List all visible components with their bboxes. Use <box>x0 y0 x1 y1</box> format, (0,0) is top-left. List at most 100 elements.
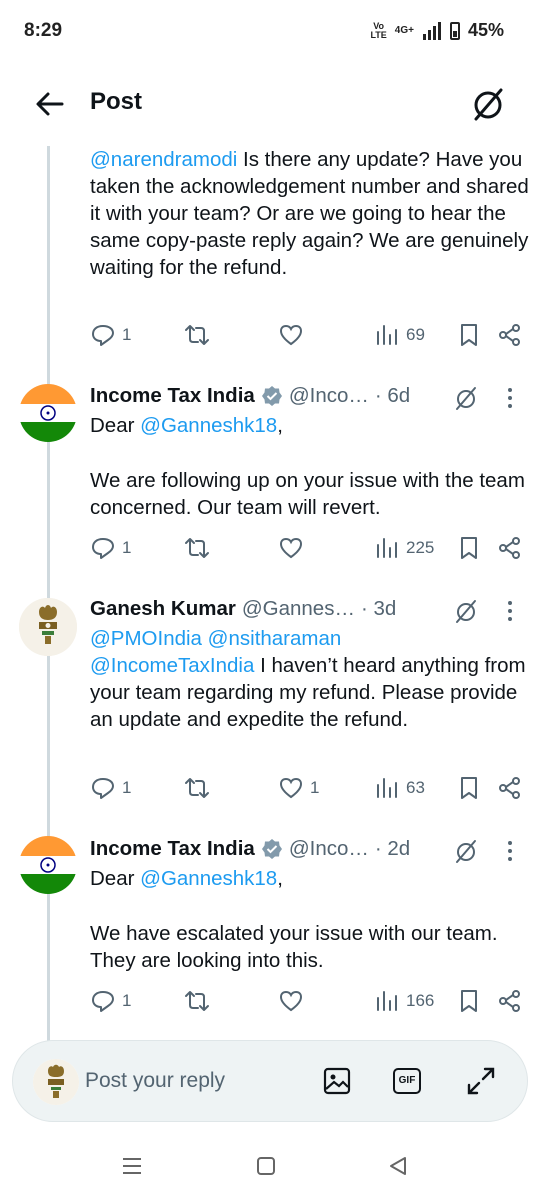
author-name[interactable]: Income Tax India <box>90 384 255 408</box>
grok-icon[interactable] <box>452 597 480 625</box>
like-button[interactable] <box>278 535 304 561</box>
tweet-time: · 2d <box>374 837 411 860</box>
back-triangle-icon[interactable] <box>386 1154 410 1178</box>
repost-icon <box>185 538 209 558</box>
grok-icon[interactable] <box>452 384 480 412</box>
share-button[interactable] <box>497 322 523 348</box>
signal-icon <box>422 21 441 40</box>
reply-icon <box>92 778 114 799</box>
mention-link[interactable]: @narendramodi <box>90 148 237 171</box>
author-handle[interactable]: @Gannes… <box>242 597 355 621</box>
expand-icon[interactable] <box>465 1065 497 1097</box>
share-icon <box>499 324 520 346</box>
author-name[interactable]: Ganesh Kumar <box>90 597 236 621</box>
reply-button[interactable]: 1 <box>90 775 131 801</box>
system-navigation-bar <box>0 1130 540 1200</box>
repost-button[interactable] <box>184 988 210 1014</box>
reply-composer[interactable]: Post your reply GIF <box>12 1040 528 1122</box>
views-icon <box>377 325 397 345</box>
share-icon <box>499 990 520 1012</box>
like-button[interactable] <box>278 322 304 348</box>
more-options-icon[interactable] <box>505 839 515 863</box>
author-handle[interactable]: @Inco… <box>289 837 369 861</box>
author-name[interactable]: Income Tax India <box>90 837 255 861</box>
views-button[interactable]: 166 <box>374 988 434 1014</box>
battery-percent: 45% <box>467 20 504 40</box>
mention-link[interactable]: @nsitharaman <box>208 627 342 650</box>
reply-icon <box>92 538 114 559</box>
bookmark-button[interactable] <box>456 322 482 348</box>
network-type: 4G+ <box>394 25 414 36</box>
tweet-body: @narendramodi Is there any update? Have … <box>90 148 529 279</box>
tweet-time: · 3d <box>360 597 397 620</box>
author-handle[interactable]: @Inco… <box>289 384 369 408</box>
bookmark-button[interactable] <box>456 988 482 1014</box>
tweet-body: @PMOIndia @nsitharaman @IncomeTaxIndia I… <box>90 627 526 731</box>
bookmark-button[interactable] <box>456 535 482 561</box>
avatar-ganesh-kumar[interactable] <box>19 598 77 656</box>
repost-icon <box>185 991 209 1011</box>
tweet-author-row: Income Tax India @Inco… · 6d <box>90 384 410 408</box>
back-arrow-icon[interactable] <box>32 86 68 122</box>
heart-icon <box>279 324 303 346</box>
tweet-actions: 1 225 <box>0 535 540 565</box>
tweet-body: Dear @Ganneshk18, <box>90 414 283 437</box>
more-options-icon[interactable] <box>505 599 515 623</box>
my-avatar <box>33 1059 79 1105</box>
more-options-icon[interactable] <box>505 386 515 410</box>
mention-link[interactable]: @PMOIndia <box>90 627 202 650</box>
repost-button[interactable] <box>184 775 210 801</box>
reply-input[interactable]: Post your reply <box>85 1069 225 1093</box>
avatar-income-tax-india[interactable] <box>19 384 77 442</box>
repost-button[interactable] <box>184 322 210 348</box>
emblem-icon <box>33 1059 79 1105</box>
mention-link[interactable]: @IncomeTaxIndia <box>90 654 254 677</box>
battery-icon <box>449 21 460 40</box>
status-bar: 8:29 Vo LTE 4G+ 45% <box>0 0 540 62</box>
views-icon <box>377 538 397 558</box>
repost-button[interactable] <box>184 535 210 561</box>
gif-icon[interactable]: GIF <box>393 1068 421 1094</box>
tweet-body: Dear @Ganneshk18, <box>90 867 283 890</box>
views-button[interactable]: 69 <box>374 322 425 348</box>
grok-icon[interactable] <box>468 84 508 124</box>
like-button[interactable]: 1 <box>278 775 319 801</box>
mention-link[interactable]: @Ganneshk18 <box>140 867 277 890</box>
share-button[interactable] <box>497 775 523 801</box>
image-icon[interactable] <box>321 1065 353 1097</box>
share-button[interactable] <box>497 535 523 561</box>
reply-button[interactable]: 1 <box>90 322 131 348</box>
views-icon <box>377 991 397 1011</box>
share-icon <box>499 777 520 799</box>
status-icons: Vo LTE 4G+ 45% <box>370 20 504 41</box>
reply-button[interactable]: 1 <box>90 535 131 561</box>
mention-link[interactable]: @Ganneshk18 <box>140 414 277 437</box>
home-icon[interactable] <box>254 1154 278 1178</box>
like-button[interactable] <box>278 988 304 1014</box>
tweet-time: · 6d <box>374 384 411 407</box>
india-flag-icon <box>19 384 77 442</box>
recents-menu-icon[interactable] <box>120 1154 144 1178</box>
heart-icon <box>279 777 303 799</box>
tweet-actions: 1 1 63 <box>0 775 540 805</box>
india-flag-icon <box>19 836 77 894</box>
avatar-income-tax-india[interactable] <box>19 836 77 894</box>
views-button[interactable]: 225 <box>374 535 434 561</box>
tweet-actions: 1 69 <box>0 322 540 352</box>
verified-badge-icon <box>261 839 282 859</box>
volte-indicator: Vo LTE <box>370 20 387 40</box>
status-time: 8:29 <box>24 20 63 41</box>
grok-icon[interactable] <box>452 837 480 865</box>
bookmark-icon <box>461 537 477 559</box>
emblem-icon <box>19 598 77 656</box>
views-button[interactable]: 63 <box>374 775 425 801</box>
tweet-actions: 1 166 <box>0 988 540 1018</box>
bookmark-button[interactable] <box>456 775 482 801</box>
share-button[interactable] <box>497 988 523 1014</box>
share-icon <box>499 537 520 559</box>
verified-badge-icon <box>261 386 282 406</box>
reply-button[interactable]: 1 <box>90 988 131 1014</box>
heart-icon <box>279 990 303 1012</box>
bookmark-icon <box>461 990 477 1012</box>
tweet-body-paragraph: We have escalated your issue with our te… <box>90 922 498 972</box>
